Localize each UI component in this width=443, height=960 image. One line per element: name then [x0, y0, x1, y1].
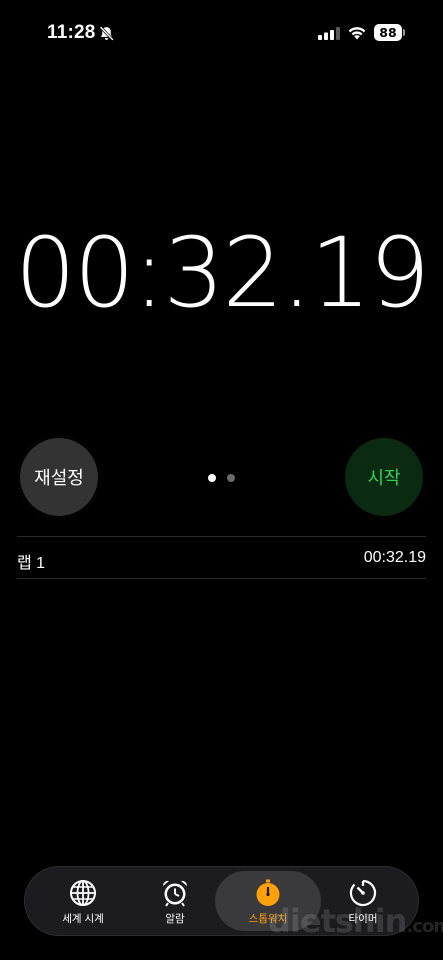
- tab-label-alarm: 알람: [165, 913, 185, 925]
- cellular-signal-icon: [318, 27, 340, 40]
- lap-row: 랩 1 00:32.19: [17, 537, 426, 578]
- page-indicator[interactable]: [208, 474, 238, 482]
- watermark-text: dietshin: [268, 902, 407, 940]
- status-bar: 11:28 88: [0, 0, 443, 64]
- lap-label: 랩 1: [17, 555, 46, 572]
- reset-button[interactable]: 재설정: [18, 436, 100, 518]
- bell-off-icon: [99, 26, 114, 41]
- tab-world-clock[interactable]: 세계 시계: [34, 866, 132, 936]
- globe-icon: [70, 880, 96, 906]
- start-button[interactable]: 시작: [343, 436, 425, 518]
- lap-divider-bottom: [17, 578, 426, 579]
- watermark-suffix: .com: [406, 916, 443, 937]
- battery-tip: [403, 29, 405, 36]
- site-watermark: dietshin.com: [268, 902, 443, 940]
- tab-label-world-clock: 세계 시계: [62, 913, 104, 925]
- status-time: 11:28: [47, 22, 96, 43]
- tab-alarm[interactable]: 알람: [126, 866, 224, 936]
- wifi-icon: [348, 27, 366, 40]
- battery-level: 88: [374, 24, 402, 41]
- alarm-clock-icon: [162, 880, 188, 907]
- stopwatch-time-display: 00:32.19: [14, 217, 430, 329]
- battery-indicator: 88: [374, 24, 406, 41]
- lap-time: 00:32.19: [363, 549, 426, 566]
- page-dot-active: [208, 474, 216, 482]
- page-dot-inactive: [227, 474, 235, 482]
